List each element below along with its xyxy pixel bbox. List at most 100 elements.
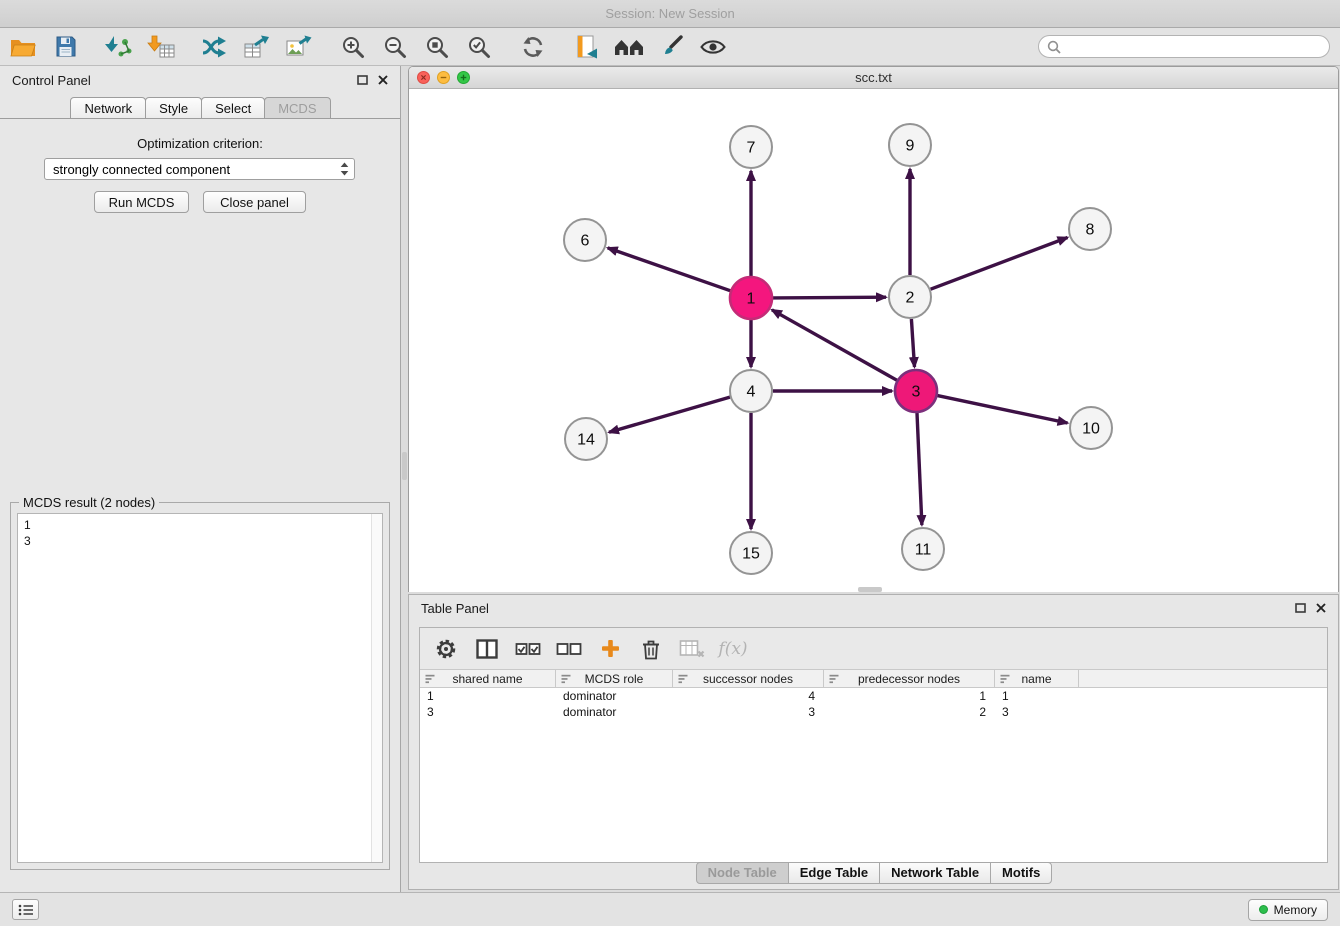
memory-button[interactable]: Memory [1248, 899, 1328, 921]
tab-select[interactable]: Select [201, 97, 265, 118]
column-header-shared-name[interactable]: shared name [420, 670, 556, 687]
delete-column-button[interactable] [637, 635, 665, 663]
select-all-columns-button[interactable] [514, 635, 542, 663]
close-table-panel-button[interactable] [1316, 603, 1326, 613]
graph-node-1[interactable]: 1 [730, 277, 772, 319]
import-network-button[interactable] [98, 30, 140, 64]
network-window-title: scc.txt [855, 70, 892, 85]
open-session-button[interactable] [2, 30, 44, 64]
function-builder-button[interactable]: f(x) [719, 635, 747, 663]
criterion-select[interactable]: strongly connected component [44, 158, 355, 180]
add-column-button[interactable] [596, 635, 624, 663]
table-cell[interactable]: 2 [824, 704, 995, 720]
table-cell[interactable]: 3 [673, 704, 824, 720]
column-header-predecessor-nodes[interactable]: predecessor nodes [824, 670, 995, 687]
close-panel-button[interactable] [378, 75, 388, 85]
graph-node-2[interactable]: 2 [889, 276, 931, 318]
tab-mcds[interactable]: MCDS [264, 97, 330, 118]
delete-table-button[interactable] [678, 635, 706, 663]
run-mcds-button[interactable]: Run MCDS [94, 191, 189, 213]
tab-motifs[interactable]: Motifs [990, 862, 1052, 884]
save-session-button[interactable] [44, 30, 86, 64]
graph-edge-1-6[interactable] [608, 248, 731, 291]
graph-node-10[interactable]: 10 [1070, 407, 1112, 449]
show-panels-button[interactable] [12, 899, 39, 920]
zoom-fit-button[interactable] [416, 30, 458, 64]
tab-style[interactable]: Style [145, 97, 202, 118]
window-title: Session: New Session [605, 6, 734, 21]
table-toolbar: f(x) [420, 628, 1327, 670]
network-graph-svg[interactable]: 7 9 6 8 1 2 4 3 14 10 15 11 [409, 89, 1338, 592]
table-settings-button[interactable] [432, 635, 460, 663]
table-cell[interactable]: 4 [673, 688, 824, 704]
float-table-panel-button[interactable] [1295, 603, 1306, 613]
mcds-result-text: 1 3 [18, 514, 382, 552]
close-window-icon[interactable] [417, 71, 430, 84]
graph-node-7[interactable]: 7 [730, 126, 772, 168]
graph-edge-1-2[interactable] [773, 297, 886, 298]
import-table-button[interactable] [140, 30, 182, 64]
network-window-titlebar[interactable]: scc.txt [409, 67, 1338, 89]
tab-edge-table[interactable]: Edge Table [788, 862, 880, 884]
table-row[interactable]: 1dominator411 [420, 688, 1327, 704]
show-columns-button[interactable] [473, 635, 501, 663]
graph-node-14[interactable]: 14 [565, 418, 607, 460]
graph-node-3[interactable]: 3 [895, 370, 937, 412]
table-cell[interactable]: 1 [420, 688, 556, 704]
network-canvas[interactable]: 7 9 6 8 1 2 4 3 14 10 15 11 [409, 89, 1338, 592]
close-panel-action-button[interactable]: Close panel [203, 191, 306, 213]
tab-network-table[interactable]: Network Table [879, 862, 991, 884]
table-cell[interactable]: 1 [824, 688, 995, 704]
table-row[interactable]: 3dominator323 [420, 704, 1327, 720]
minimize-window-icon[interactable] [437, 71, 450, 84]
style-button[interactable] [650, 30, 692, 64]
graph-edge-2-3[interactable] [911, 319, 914, 367]
export-table-button[interactable] [236, 30, 278, 64]
column-header-mcds-role[interactable]: MCDS role [556, 670, 673, 687]
graph-node-8[interactable]: 8 [1069, 208, 1111, 250]
float-panel-button[interactable] [357, 75, 368, 85]
apply-layout-button[interactable] [566, 30, 608, 64]
graph-node-11[interactable]: 11 [902, 528, 944, 570]
show-hide-button[interactable] [692, 30, 734, 64]
table-cell[interactable]: 1 [995, 688, 1079, 704]
image-export-icon [286, 35, 312, 59]
export-image-button[interactable] [278, 30, 320, 64]
list-icon [18, 904, 34, 916]
mcds-result-area[interactable]: 1 3 [17, 513, 383, 863]
graph-edge-2-8[interactable] [931, 238, 1068, 290]
graph-node-15[interactable]: 15 [730, 532, 772, 574]
graph-edge-3-1[interactable] [772, 310, 897, 380]
zoom-in-button[interactable] [332, 30, 374, 64]
column-header-name[interactable]: name [995, 670, 1079, 687]
criterion-select-value: strongly connected component [53, 162, 339, 177]
graph-edge-3-11[interactable] [917, 413, 922, 525]
graph-edge-4-14[interactable] [609, 397, 730, 432]
table-cell[interactable]: 3 [995, 704, 1079, 720]
zoom-selected-button[interactable] [458, 30, 500, 64]
zoom-out-button[interactable] [374, 30, 416, 64]
search-icon [1047, 40, 1061, 54]
graph-edge-3-10[interactable] [938, 396, 1068, 423]
result-scrollbar[interactable] [371, 514, 382, 862]
graph-node-6[interactable]: 6 [564, 219, 606, 261]
table-cell[interactable]: dominator [556, 704, 673, 720]
panel-divider-grip[interactable] [858, 587, 882, 592]
refresh-button[interactable] [512, 30, 554, 64]
search-box[interactable] [1038, 35, 1330, 58]
search-input[interactable] [1066, 40, 1321, 54]
graph-node-4[interactable]: 4 [730, 370, 772, 412]
network-overview-button[interactable] [608, 30, 650, 64]
tab-network[interactable]: Network [70, 97, 146, 118]
checked-boxes-icon [515, 641, 541, 657]
svg-text:9: 9 [906, 138, 915, 155]
column-header-successor-nodes[interactable]: successor nodes [673, 670, 824, 687]
tab-node-table[interactable]: Node Table [696, 862, 789, 884]
new-network-button[interactable] [194, 30, 236, 64]
panel-divider-grip[interactable] [402, 452, 407, 480]
table-cell[interactable]: dominator [556, 688, 673, 704]
table-cell[interactable]: 3 [420, 704, 556, 720]
unselect-all-columns-button[interactable] [555, 635, 583, 663]
graph-node-9[interactable]: 9 [889, 124, 931, 166]
maximize-window-icon[interactable] [457, 71, 470, 84]
